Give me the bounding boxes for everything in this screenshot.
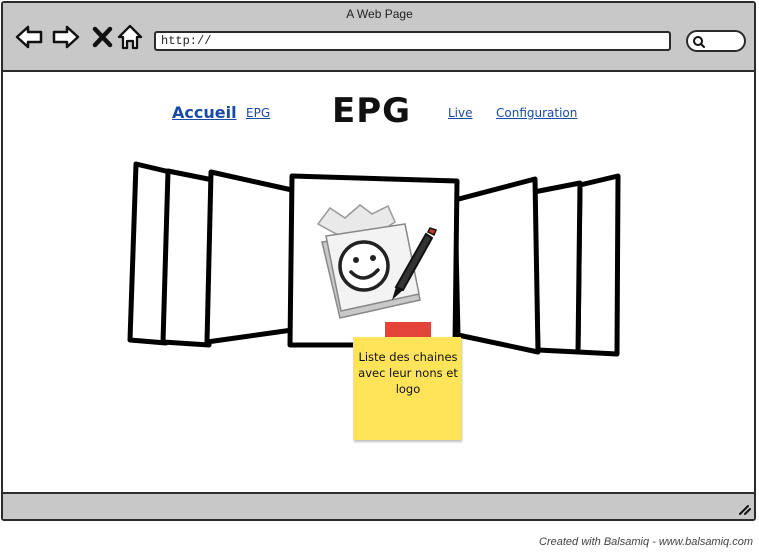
cover-flow-carousel: [127, 161, 621, 357]
balsamiq-credit: Created with Balsamiq - www.balsamiq.com: [539, 536, 753, 548]
resize-grip-icon[interactable]: [738, 503, 752, 515]
cover-right-2[interactable]: [531, 180, 583, 355]
cover-right-3[interactable]: [452, 176, 541, 355]
sticky-note-text: Liste des chaines avec leur nons et logo: [358, 350, 458, 396]
cover-left-3[interactable]: [204, 169, 295, 345]
cover-right-1[interactable]: [575, 173, 621, 357]
status-bar: [3, 492, 754, 519]
